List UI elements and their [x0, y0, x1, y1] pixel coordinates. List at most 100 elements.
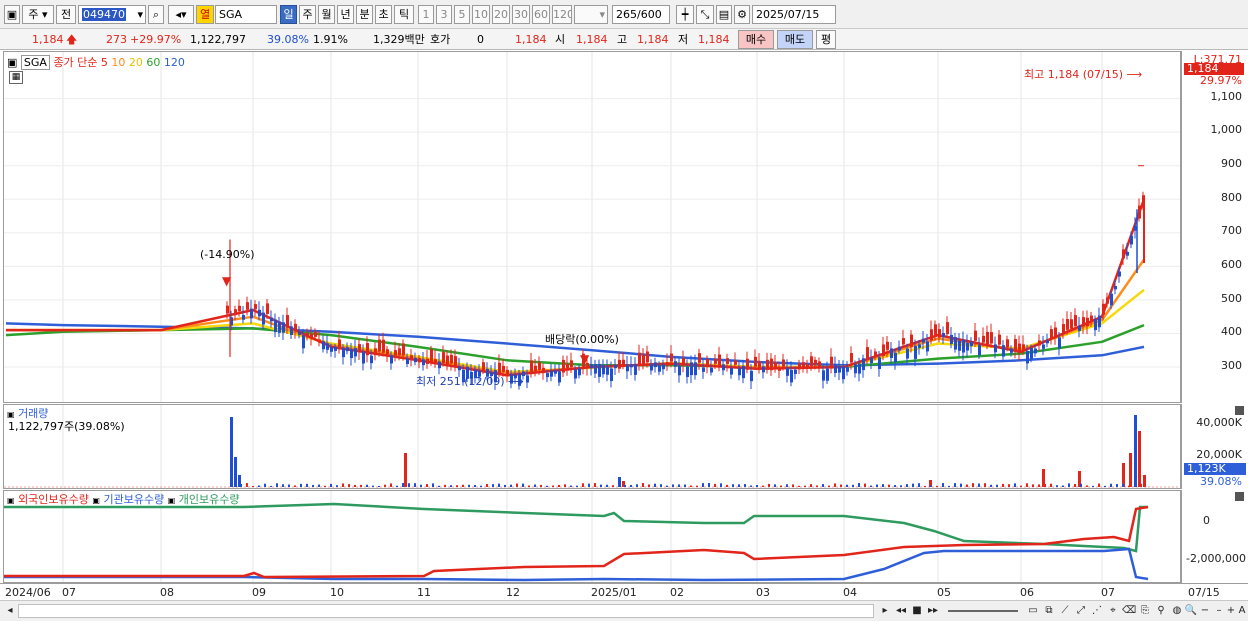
eval-button[interactable]: 평 — [816, 30, 836, 49]
volume-bar — [888, 484, 890, 487]
candle-body — [990, 332, 993, 344]
copy-icon[interactable]: ⎘ — [1138, 604, 1152, 618]
period-tick-button[interactable]: 틱 — [394, 5, 414, 24]
pin-icon[interactable]: ⚲ — [1154, 604, 1168, 618]
holdings-chart-pane[interactable]: ▣ 외국인보유수량 ▣ 기관보유수량 ▣ 개인보유수량 — [3, 490, 1181, 583]
candle-body — [1078, 325, 1081, 331]
stock-code-input[interactable]: 049470 ▾ — [78, 5, 146, 24]
color-tag[interactable]: 열 — [196, 5, 214, 24]
x-tick: 02 — [670, 586, 684, 599]
rewind-icon[interactable]: ◂◂ — [894, 604, 908, 618]
volume-last-box: 1,123K — [1184, 463, 1246, 475]
stop-icon[interactable]: ■ — [910, 604, 924, 618]
volume-bar — [570, 485, 572, 487]
volume-bar — [702, 483, 704, 487]
search-icon[interactable]: ⌕ — [148, 5, 164, 24]
split-icon[interactable]: ⧉ — [1042, 604, 1056, 618]
period-year-button[interactable]: 년 — [337, 5, 354, 24]
legend-ma20: 20 — [128, 56, 143, 69]
period-second-button[interactable]: 초 — [375, 5, 392, 24]
volume-bar — [1086, 485, 1088, 487]
volume-bar — [354, 484, 356, 487]
interval-5-button[interactable]: 5 — [454, 5, 470, 24]
candle-body — [818, 361, 821, 368]
candle-body — [290, 326, 293, 335]
table-icon[interactable]: ▦ — [9, 71, 23, 84]
candle-body — [886, 341, 889, 350]
stock-name-field[interactable]: SGA — [215, 5, 277, 24]
count-field[interactable]: 265/600 — [612, 5, 670, 24]
price-chart-pane[interactable]: ▼ ▼ ▣ SGA 종가 단순 5 10 20 60 120 ▦ 최고 1,184… — [3, 51, 1181, 403]
period-week-button[interactable]: 주 — [299, 5, 316, 24]
fast-forward-icon[interactable]: ▸▸ — [926, 604, 940, 618]
interval-30-button[interactable]: 30 — [512, 5, 530, 24]
fibo-tool-icon[interactable]: ⋰ — [1090, 604, 1104, 618]
interval-10-button[interactable]: 10 — [472, 5, 490, 24]
interval-20-button[interactable]: 20 — [492, 5, 510, 24]
volume-bar — [1134, 484, 1136, 487]
volume-bar — [498, 483, 500, 487]
text-tool-icon[interactable]: ⌖ — [1106, 604, 1120, 618]
zoom-icon[interactable]: 🔍 — [1184, 604, 1198, 618]
candle-body — [650, 363, 653, 371]
volume-chart-pane[interactable]: ▣ 거래량 1,122,797주(39.08%) — [3, 404, 1181, 489]
close-icon[interactable] — [1235, 492, 1244, 501]
interval-3-button[interactable]: 3 — [436, 5, 452, 24]
sell-button[interactable]: 매도 — [777, 30, 813, 49]
volume-bar — [630, 484, 632, 487]
arrow-right-icon: ⟶ — [508, 375, 524, 388]
volume-bar — [258, 485, 260, 487]
candle-body — [346, 347, 349, 352]
interval-60-button[interactable]: 60 — [532, 5, 550, 24]
volume-bar — [636, 484, 638, 487]
date-field[interactable]: 2025/07/15 — [752, 5, 836, 24]
count-total: /600 — [637, 8, 662, 21]
sound-icon[interactable]: ◂▾ — [168, 5, 194, 24]
horizontal-scrollbar[interactable] — [18, 604, 874, 618]
holdings-tick-minus2m: -2,000,000 — [1186, 552, 1246, 565]
gear-icon[interactable]: ⚙ — [734, 5, 750, 24]
candle-body — [546, 373, 549, 378]
candle-body — [1070, 319, 1073, 329]
volume-bar — [252, 485, 254, 487]
font-size-icon[interactable]: A — [1236, 604, 1248, 618]
period-minute-button[interactable]: 분 — [356, 5, 373, 24]
candle-body — [686, 366, 689, 377]
period-month-button[interactable]: 월 — [318, 5, 335, 24]
trend-tool-icon[interactable]: ⤢ — [1074, 604, 1088, 618]
candle-body — [534, 365, 537, 372]
line-tool-icon[interactable]: ⟋ — [1058, 604, 1072, 618]
scroll-left-icon[interactable]: ◂ — [3, 604, 17, 618]
chart-type-icon[interactable]: ▣ — [4, 5, 20, 24]
interval-120-button[interactable]: 120 — [552, 5, 572, 24]
layout-icon[interactable]: ▭ — [1026, 604, 1040, 618]
period-select[interactable]: 주 ▾ — [22, 5, 54, 24]
buy-button[interactable]: 매수 — [738, 30, 774, 49]
crosshair-icon[interactable]: ⤡ — [696, 5, 714, 24]
candle-body — [1082, 317, 1085, 327]
paint-icon[interactable]: ◍ — [1170, 604, 1184, 618]
zoom-out-icon[interactable]: − — [1198, 604, 1212, 618]
volume-bar — [528, 485, 530, 487]
close-icon[interactable] — [1235, 406, 1244, 415]
volume-bar — [486, 484, 488, 487]
candle-body — [1086, 317, 1089, 327]
interval-1-button[interactable]: 1 — [418, 5, 434, 24]
save-icon[interactable]: ▤ — [716, 5, 732, 24]
prev-button[interactable]: 전 — [56, 5, 76, 24]
legend-institution: 기관보유수량 — [103, 493, 165, 506]
candle-icon[interactable]: ┿ — [676, 5, 694, 24]
volume-bar — [924, 485, 926, 487]
interval-select[interactable]: ▾ — [574, 5, 608, 24]
candle-body — [1038, 340, 1041, 346]
erase-tool-icon[interactable]: ⌫ — [1122, 604, 1136, 618]
zoom-slider[interactable] — [948, 610, 1018, 612]
candle-body — [458, 366, 461, 371]
y-tick-900: 900 — [1221, 157, 1242, 170]
volume-bar — [960, 483, 962, 487]
period-day-button[interactable]: 일 — [280, 5, 297, 24]
candle-body — [258, 309, 261, 317]
legend-icon: ▣ — [7, 496, 15, 505]
scroll-right-icon[interactable]: ▸ — [878, 604, 892, 618]
candle-body — [930, 329, 933, 341]
